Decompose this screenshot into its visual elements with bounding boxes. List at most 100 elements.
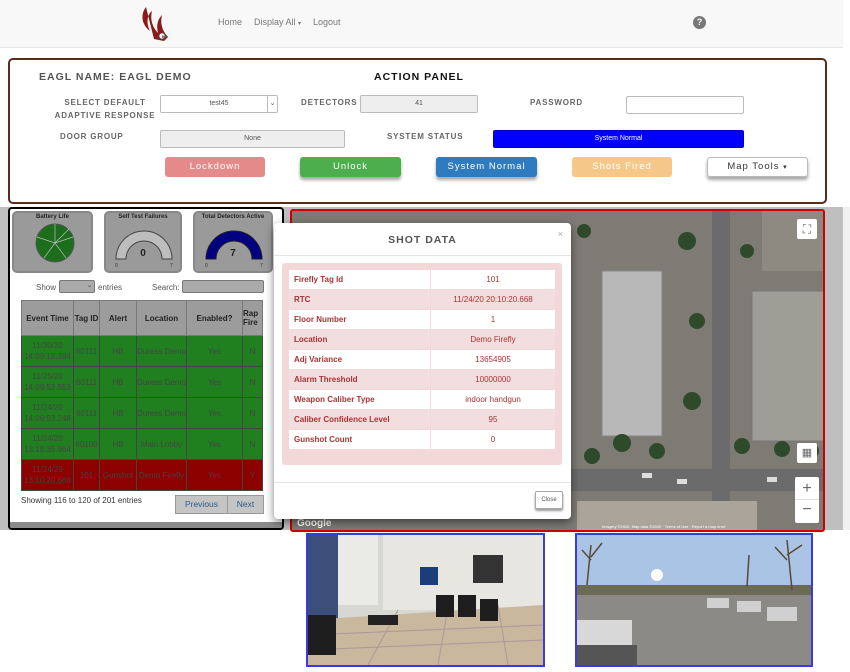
self-test-min: 0 [115, 263, 118, 269]
cell-event-time: 11/24/20 13:10:20.668 [21, 459, 74, 491]
caret-down-icon: ▾ [783, 164, 788, 171]
field-value: 1 [430, 309, 556, 330]
cell-location: Demo Firefly [136, 459, 187, 491]
shots-fired-button[interactable]: Shots Fired [572, 157, 672, 177]
total-detectors-min: 0 [205, 263, 208, 269]
detectors-label: DETECTORS [301, 98, 358, 107]
nav-display-all-dropdown[interactable]: Display All ▾ [254, 17, 301, 27]
field-label: Location [288, 329, 431, 350]
cell-location: Duress Demo [136, 397, 187, 429]
field-label: Firefly Tag Id [288, 269, 431, 290]
shot-data-row: Floor Number 1 [288, 309, 556, 330]
close-icon[interactable]: × [558, 229, 563, 239]
action-panel-title: ACTION PANEL [374, 71, 464, 83]
entries-label: entries [98, 283, 123, 292]
search-label: Search: [152, 283, 180, 292]
shot-data-row: Firefly Tag Id 101 [288, 269, 556, 290]
table-info: Showing 116 to 120 of 201 entries [21, 496, 142, 505]
entries-select[interactable]: ⌄ [59, 280, 95, 293]
col-rap-fire[interactable]: Rap Fire [242, 300, 263, 336]
shot-data-row: RTC 11/24/20 20:10:20.668 [288, 289, 556, 310]
field-value: Demo Firefly [430, 329, 556, 350]
shot-data-row: Weapon Caliber Type indoor handgun [288, 389, 556, 410]
shot-data-row: Alarm Threshold 10000000 [288, 369, 556, 390]
door-group-label: DOOR GROUP [60, 132, 124, 141]
cell-rap-fire: N [242, 397, 263, 429]
field-value: 13654905 [430, 349, 556, 370]
self-test-gauge: Self Test Failures 0 0 7 [104, 211, 182, 273]
password-label: PASSWORD [530, 98, 583, 107]
zoom-in-button[interactable]: + [795, 477, 819, 500]
camera-feed-parking[interactable] [575, 533, 813, 667]
cell-location: Duress Demo [136, 366, 187, 398]
map-tools-label: Map Tools [727, 161, 780, 172]
cell-location: Duress Demo [136, 335, 187, 367]
table-row[interactable]: 11/24/20 13:10:20.668 101 Gunshot Demo Fire… [21, 459, 263, 491]
top-navbar: Home Display All ▾ Logout ? [0, 0, 843, 48]
door-group-field: None [160, 130, 345, 148]
close-button[interactable]: Close [535, 491, 563, 509]
cell-rap-fire: N [242, 428, 263, 460]
cell-enabled: Yes [186, 335, 243, 367]
nav-home-link[interactable]: Home [218, 17, 242, 27]
field-value: 0 [430, 429, 556, 450]
table-row[interactable]: 11/25/20 14:09:52.553 60111 HB Duress Demo Y… [21, 366, 263, 398]
zoom-out-button[interactable]: − [795, 500, 819, 522]
map-type-icon[interactable]: ▦ [797, 443, 817, 463]
self-test-max: 7 [170, 263, 173, 269]
unlock-button[interactable]: Unlock [300, 157, 401, 177]
search-input[interactable] [182, 280, 264, 293]
caret-down-icon: ▾ [298, 21, 302, 27]
cell-tag-id: 60111 [73, 335, 100, 367]
table-row[interactable]: 11/30/20 14:09:18.394 60111 HB Duress Demo Y… [21, 335, 263, 367]
modal-title: SHOT DATA [388, 234, 457, 246]
cell-tag-id: 60100 [73, 428, 100, 460]
parking-camera-image [577, 535, 811, 665]
cell-alert: HB [99, 366, 137, 398]
shot-data-row: Adj Variance 13654905 [288, 349, 556, 370]
shot-data-row: Gunshot Count 0 [288, 429, 556, 450]
col-tag-id[interactable]: Tag ID [73, 300, 100, 336]
field-label: Caliber Confidence Level [288, 409, 431, 430]
camera-feed-lobby[interactable] [306, 533, 545, 667]
map-tools-button[interactable]: Map Tools ▾ [707, 157, 808, 177]
table-row[interactable]: 11/24/20 13:18:35.964 60100 HB Main Lobby Ye… [21, 428, 263, 460]
shot-data-panel: Firefly Tag Id 101 RTC 11/24/20 20:10:20.6… [282, 263, 562, 465]
col-enabled[interactable]: Enabled? [186, 300, 243, 336]
eagle-logo-icon[interactable] [138, 5, 172, 45]
table-row[interactable]: 11/24/20 14:09:53.248 60111 HB Duress Demo Y… [21, 397, 263, 429]
battery-pie-icon [35, 223, 75, 263]
total-detectors-title: Total Detectors Active [201, 214, 265, 220]
cell-rap-fire: N [242, 335, 263, 367]
cell-event-time: 11/24/20 13:18:35.964 [21, 428, 74, 460]
col-alert[interactable]: Alert [99, 300, 137, 336]
help-icon[interactable]: ? [693, 16, 706, 29]
system-status-field: System Normal [493, 130, 744, 148]
fullscreen-icon[interactable]: ⛶ [797, 219, 817, 239]
shot-data-row: Caliber Confidence Level 95 [288, 409, 556, 430]
password-input[interactable] [626, 96, 744, 114]
system-normal-button[interactable]: System Normal [436, 157, 537, 177]
map-attribution[interactable]: Imagery ©2020, Map data ©2020 · Terms of… [602, 524, 823, 529]
cell-enabled: Yes [186, 459, 243, 491]
next-button[interactable]: Next [227, 495, 264, 514]
field-value: indoor handgun [430, 389, 556, 410]
cell-rap-fire: Y [242, 459, 263, 491]
lockdown-button[interactable]: Lockdown [165, 157, 265, 177]
col-event-time[interactable]: Event Time [21, 300, 74, 336]
nav-logout-link[interactable]: Logout [313, 17, 341, 27]
field-value: 11/24/20 20:10:20.668 [430, 289, 556, 310]
select-default-label: SELECT DEFAULT ADAPTIVE RESPONSE [54, 98, 156, 120]
cell-enabled: Yes [186, 397, 243, 429]
modal-divider [274, 255, 571, 256]
previous-button[interactable]: Previous [175, 495, 228, 514]
horizontal-scrollbar[interactable] [10, 522, 282, 528]
system-status-label: SYSTEM STATUS [387, 132, 464, 141]
modal-footer-divider [274, 482, 571, 483]
page-scrollbar[interactable] [843, 207, 850, 530]
battery-life-gauge: Battery Life [12, 211, 93, 273]
col-location[interactable]: Location [136, 300, 187, 336]
field-label: RTC [288, 289, 431, 310]
total-detectors-value: 7 [230, 248, 236, 259]
adaptive-response-select[interactable]: test45 ⌄ [160, 95, 278, 113]
